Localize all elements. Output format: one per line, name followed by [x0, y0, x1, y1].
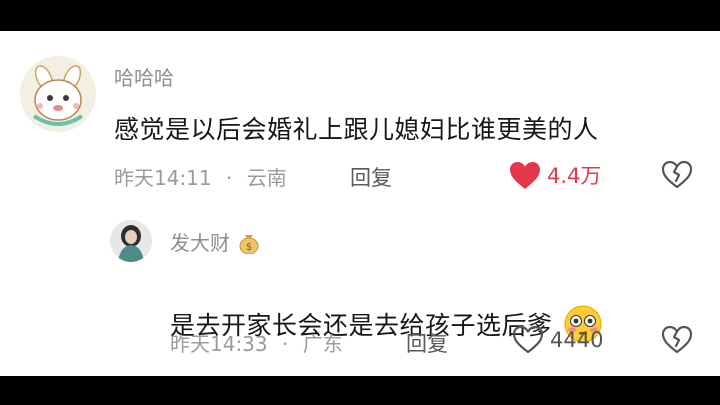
like-button[interactable]: 4440 — [512, 325, 603, 354]
comment-text: 感觉是以后会婚礼上跟儿媳妇比谁更美的人 — [114, 115, 599, 144]
comment-username[interactable]: 发大财 $ — [170, 227, 260, 259]
reply-button[interactable]: 回复 — [350, 162, 392, 192]
comment-meta: 昨天14:11 · 云南 — [114, 162, 287, 191]
user-avatar[interactable] — [110, 220, 152, 262]
like-count: 4440 — [550, 327, 604, 352]
meta-separator: · — [282, 332, 289, 356]
comment-panel: 哈哈哈 感觉是以后会婚礼上跟儿媳妇比谁更美的人 昨天14:11 · 云南 回复 … — [0, 31, 720, 376]
like-count: 4.4万 — [547, 164, 602, 188]
heart-filled-icon — [510, 161, 540, 189]
dislike-button[interactable] — [661, 160, 693, 193]
user-avatar[interactable] — [20, 56, 96, 132]
comment-location: 云南 — [246, 166, 287, 190]
like-button[interactable]: 4.4万 — [509, 160, 601, 190]
broken-heart-icon — [661, 325, 693, 354]
meta-separator: · — [226, 166, 233, 190]
comment-location: 广东 — [302, 332, 343, 356]
money-bag-emoji: $ — [238, 230, 260, 259]
woman-photo-avatar-icon — [110, 220, 152, 262]
reply-button[interactable]: 回复 — [406, 328, 448, 358]
cartoon-bunny-avatar-icon — [20, 56, 96, 132]
heart-outline-icon — [512, 325, 544, 354]
comment-time: 昨天14:33 — [170, 332, 268, 356]
comment-time: 昨天14:11 — [114, 166, 212, 190]
broken-heart-icon — [661, 160, 693, 189]
comment-meta: 昨天14:33 · 广东 — [170, 328, 343, 357]
comment-username[interactable]: 哈哈哈 — [114, 62, 174, 91]
svg-text:$: $ — [246, 242, 252, 253]
dislike-button[interactable] — [661, 325, 693, 358]
username-text: 发大财 — [170, 231, 230, 255]
